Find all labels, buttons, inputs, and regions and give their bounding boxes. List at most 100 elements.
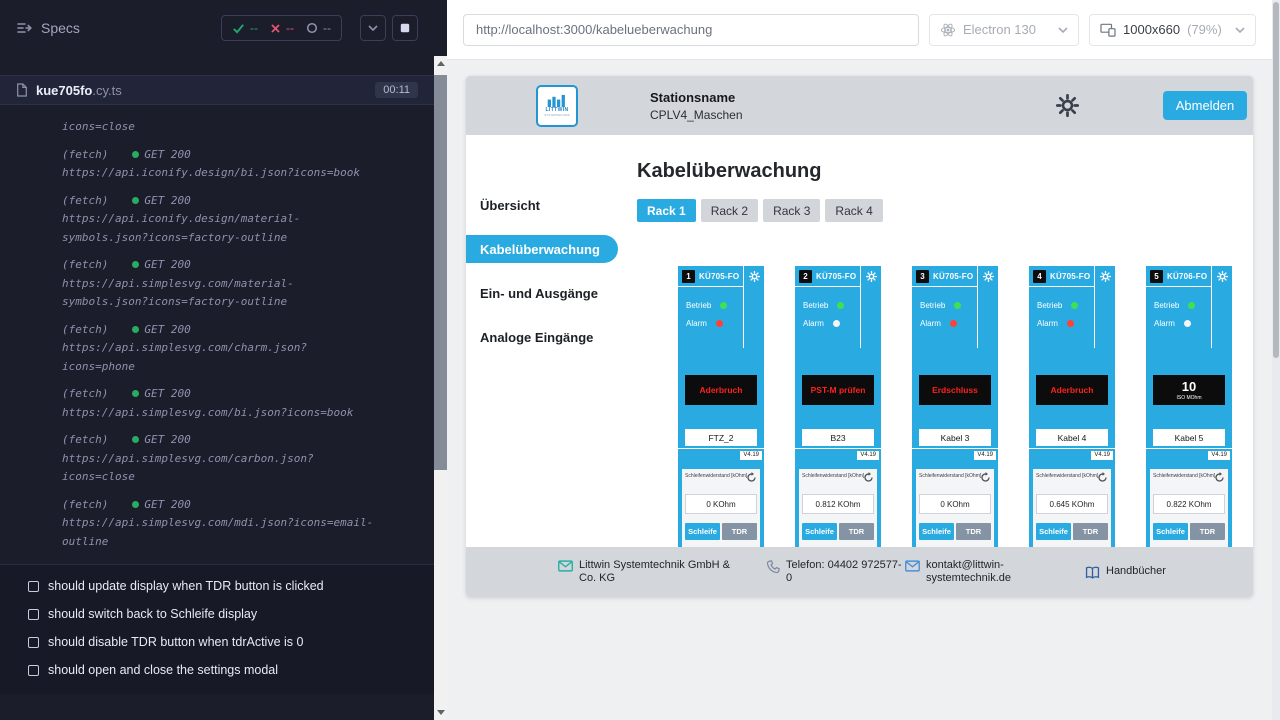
sidebar-item-analoge-eingaenge[interactable]: Analoge Eingänge — [466, 323, 618, 351]
refresh-button[interactable] — [1097, 472, 1108, 483]
status-dot-icon — [132, 390, 139, 397]
betrieb-label: Betrieb — [920, 301, 945, 310]
collapse-button[interactable] — [360, 15, 386, 41]
device-model: KÜ705-FO — [699, 272, 739, 281]
browser-selector[interactable]: Electron 130 — [929, 14, 1079, 46]
spec-file-bar[interactable]: kue705fo.cy.ts 00:11 — [0, 75, 434, 105]
reporter-scrollbar — [434, 56, 447, 720]
logout-button[interactable]: Abmelden — [1163, 91, 1247, 120]
version-strip: V4.19 — [912, 448, 998, 462]
device-card-3: 3 KÜ705-FO Betrieb Alarm — [912, 266, 998, 576]
viewport-selector[interactable]: 1000x660 (79%) — [1089, 14, 1256, 46]
log-entry[interactable]: (fetch)GET 200 https://api.simplesvg.com… — [62, 256, 434, 312]
gear-icon — [983, 271, 994, 282]
betrieb-label: Betrieb — [1154, 301, 1179, 310]
tab-rack-2[interactable]: Rack 2 — [701, 199, 758, 222]
refresh-button[interactable] — [980, 472, 991, 483]
alarm-led — [1067, 320, 1074, 327]
browser-name: Electron 130 — [963, 22, 1036, 37]
device-settings-button[interactable] — [1211, 266, 1232, 348]
footer-company: Littwin Systemtechnik GmbH & Co. KG — [558, 559, 749, 585]
card-header: 5 KÜ706-FO — [1146, 266, 1211, 287]
footer-manuals-link[interactable]: Handbücher — [1085, 565, 1166, 579]
tdr-button[interactable]: TDR — [722, 523, 757, 540]
scroll-down-arrow[interactable] — [434, 705, 447, 720]
log-entry[interactable]: icons=close — [62, 118, 434, 137]
card-header: 2 KÜ705-FO — [795, 266, 860, 287]
log-entry[interactable]: (fetch)GET 200 https://api.simplesvg.com… — [62, 496, 434, 552]
cypress-reporter-panel: Specs -- -- -- — [0, 0, 447, 720]
fetch-label: (fetch) — [62, 433, 108, 446]
measurement-value: 0.812 KOhm — [802, 494, 874, 514]
window-scrollbar-thumb[interactable] — [1273, 2, 1279, 358]
chevron-down-icon — [368, 25, 378, 31]
firmware-version: V4.19 — [740, 451, 762, 460]
iso-unit: ISO MOhm — [1176, 395, 1201, 401]
schleife-button[interactable]: Schleife — [802, 523, 837, 540]
sidebar-item-uebersicht[interactable]: Übersicht — [466, 191, 618, 219]
app-header: LITTWIN SYSTEMTECHNIK Stationsname CPLV4… — [466, 76, 1253, 135]
device-settings-button[interactable] — [743, 266, 764, 348]
test-row[interactable]: should update display when TDR button is… — [0, 572, 434, 600]
schleife-button[interactable]: Schleife — [1153, 523, 1188, 540]
device-settings-button[interactable] — [1094, 266, 1115, 348]
log-entry[interactable]: (fetch)GET 200 https://api.iconify.desig… — [62, 146, 434, 183]
log-entry[interactable]: (fetch)GET 200 https://api.simplesvg.com… — [62, 321, 434, 377]
schleife-button[interactable]: Schleife — [919, 523, 954, 540]
status-dot-icon — [132, 151, 139, 158]
refresh-icon — [1214, 472, 1225, 483]
settings-button[interactable] — [1056, 94, 1079, 117]
device-settings-button[interactable] — [977, 266, 998, 348]
device-settings-button[interactable] — [860, 266, 881, 348]
firmware-version: V4.19 — [857, 451, 879, 460]
tdr-button[interactable]: TDR — [956, 523, 991, 540]
betrieb-label: Betrieb — [803, 301, 828, 310]
gear-icon — [866, 271, 877, 282]
schleife-button[interactable]: Schleife — [685, 523, 720, 540]
tdr-button[interactable]: TDR — [1073, 523, 1108, 540]
stop-button[interactable] — [392, 15, 418, 41]
sidebar-item-ein-und-ausgaenge[interactable]: Ein- und Ausgänge — [466, 279, 618, 307]
chevron-down-icon — [1058, 27, 1068, 33]
tab-rack-3[interactable]: Rack 3 — [763, 199, 820, 222]
refresh-button[interactable] — [1214, 472, 1225, 483]
refresh-button[interactable] — [746, 472, 757, 483]
scroll-up-arrow[interactable] — [434, 56, 447, 71]
rack-tabs: Rack 1 Rack 2 Rack 3 Rack 4 — [637, 199, 1253, 222]
betrieb-led — [720, 302, 727, 309]
tdr-button[interactable]: TDR — [839, 523, 874, 540]
sidebar-item-kabelueberwachung[interactable]: Kabelüberwachung — [466, 235, 618, 263]
aut-panel: http://localhost:3000/kabelueberwachung … — [447, 0, 1272, 720]
url-input[interactable]: http://localhost:3000/kabelueberwachung — [463, 14, 919, 46]
check-icon — [232, 22, 245, 35]
status-display: Aderbruch — [1036, 375, 1108, 405]
cable-name: B23 — [802, 429, 874, 446]
device-model: KÜ705-FO — [1050, 272, 1090, 281]
test-row[interactable]: should open and close the settings modal — [0, 656, 434, 684]
device-number-badge: 5 — [1150, 270, 1163, 283]
log-url-line: https://api.simplesvg.com/bi.json?icons=… — [62, 404, 434, 423]
status-dot-icon — [132, 197, 139, 204]
device-cards: 1 KÜ705-FO Betrieb Alarm — [678, 266, 1253, 576]
test-row[interactable]: should switch back to Schleife display — [0, 600, 434, 628]
log-url-line: icons=phone — [62, 358, 434, 377]
refresh-icon — [863, 472, 874, 483]
specs-menu-icon[interactable] — [16, 20, 32, 36]
reporter-scrollbar-thumb[interactable] — [434, 75, 447, 470]
device-card-5: 5 KÜ706-FO Betrieb Alarm — [1146, 266, 1232, 576]
tab-rack-4[interactable]: Rack 4 — [825, 199, 882, 222]
status-display: Aderbruch — [685, 375, 757, 405]
log-entry[interactable]: (fetch)GET 200 https://api.iconify.desig… — [62, 192, 434, 248]
fetch-label: (fetch) — [62, 258, 108, 271]
log-url-line: icons=close — [62, 118, 434, 137]
tab-rack-1[interactable]: Rack 1 — [637, 199, 696, 222]
schleife-button[interactable]: Schleife — [1036, 523, 1071, 540]
failed-count: -- — [286, 21, 294, 35]
test-row[interactable]: should disable TDR button when tdrActive… — [0, 628, 434, 656]
test-icon — [28, 609, 39, 620]
refresh-button[interactable] — [863, 472, 874, 483]
tdr-button[interactable]: TDR — [1190, 523, 1225, 540]
log-entry[interactable]: (fetch)GET 200 https://api.simplesvg.com… — [62, 431, 434, 487]
log-entry[interactable]: (fetch)GET 200 https://api.simplesvg.com… — [62, 385, 434, 422]
cable-name: Kabel 5 — [1153, 429, 1225, 446]
